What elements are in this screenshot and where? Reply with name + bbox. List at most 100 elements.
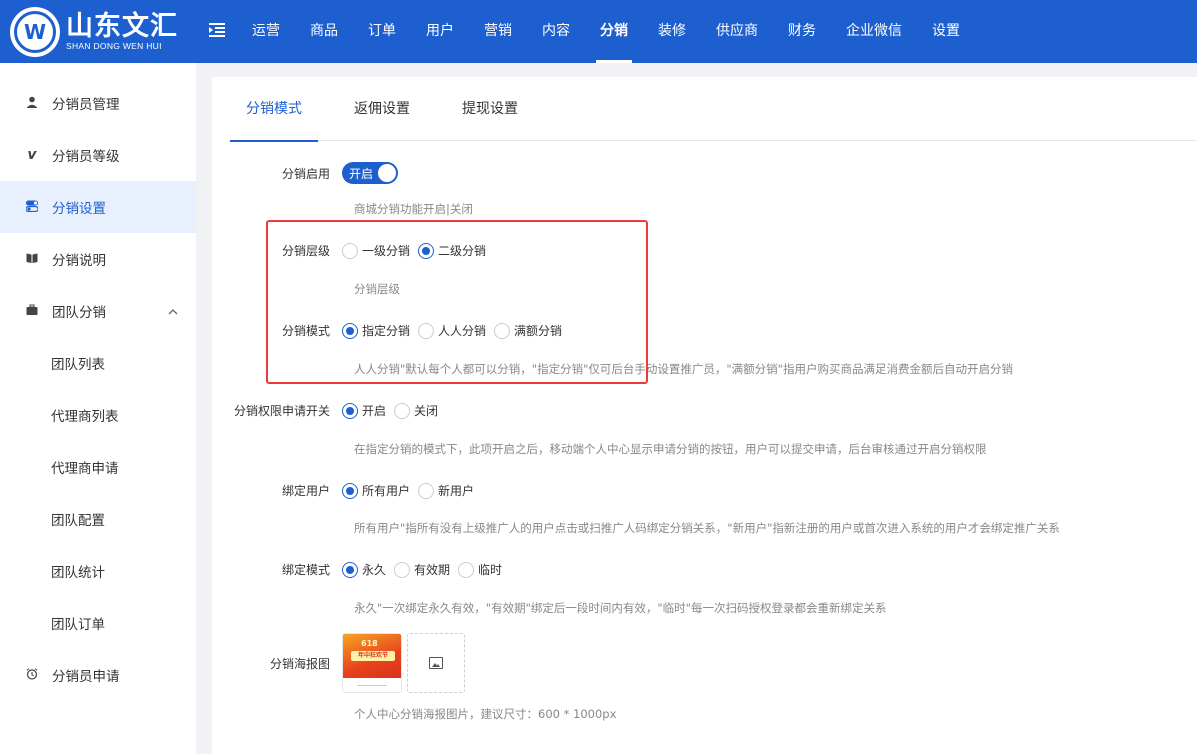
sidebar-subitem-team-list[interactable]: 团队列表 (0, 337, 196, 389)
image-icon (429, 657, 443, 669)
radio-circle (418, 242, 435, 259)
form-row-poster: 分销海报图 618 年中狂欢节 (212, 633, 465, 693)
sidebar-item-distributor-level[interactable]: v 分销员等级 (0, 129, 196, 181)
radio-circle (342, 242, 358, 259)
level-v-icon: v (27, 147, 37, 163)
nav-item-decoration[interactable]: 装修 (643, 0, 701, 63)
mode-radio-designated[interactable]: 指定分销 (342, 322, 410, 339)
user-icon (25, 96, 39, 111)
sidebar-item-label: 团队分销 (52, 305, 106, 321)
nav-item-operations[interactable]: 运营 (237, 0, 295, 63)
level-radio-level2[interactable]: 二级分销 (418, 242, 486, 259)
logo-name-en: SHAN DONG WEN HUI (66, 40, 162, 51)
menu-collapse-icon[interactable] (207, 22, 227, 41)
sidebar-item-distributor-manage[interactable]: 分销员管理 (0, 77, 196, 129)
radio-circle (342, 482, 358, 499)
nav-item-marketing[interactable]: 营销 (469, 0, 527, 63)
switch-knob (378, 164, 396, 182)
radio-label: 开启 (362, 404, 387, 418)
sidebar-subitem-team-stats[interactable]: 团队统计 (0, 545, 196, 597)
sidebar-subitem-team-orders[interactable]: 团队订单 (0, 597, 196, 649)
tab-withdraw-settings[interactable]: 提现设置 (446, 77, 534, 141)
poster-image: 618 年中狂欢节 (343, 634, 401, 678)
bind-user-help: 所有用户"指所有没有上级推广人的用户点击或扫推广人码绑定分销关系，"新用户"指新… (354, 521, 1060, 535)
sidebar-item-team-distribution[interactable]: 团队分销 (0, 285, 196, 337)
level-label: 分销层级 (281, 244, 330, 258)
nav-item-finance[interactable]: 财务 (773, 0, 831, 63)
bind-mode-label: 绑定模式 (281, 563, 330, 577)
apply-radio-off[interactable]: 关闭 (394, 402, 438, 419)
bind-mode-radio-temporary[interactable]: 临时 (458, 561, 502, 578)
enable-label: 分销启用 (281, 166, 330, 181)
radio-circle (342, 561, 358, 578)
bind-user-label: 绑定用户 (281, 484, 330, 498)
poster-thumbnail[interactable]: 618 年中狂欢节 (342, 633, 402, 693)
apply-label: 分销权限申请开关 (233, 404, 330, 418)
nav-item-settings[interactable]: 设置 (917, 0, 975, 63)
bind-user-radio-new[interactable]: 新用户 (418, 482, 474, 499)
radio-circle (494, 322, 511, 339)
poster-help: 个人中心分销海报图片，建议尺寸：600 * 1000px (354, 707, 617, 721)
mode-label: 分销模式 (281, 324, 330, 338)
poster-upload-button[interactable] (407, 633, 465, 693)
brand-logo[interactable]: W 山东文汇 SHAN DONG WEN HUI (0, 0, 200, 63)
form-row-bind-mode: 绑定模式 永久 有效期 临时 (212, 561, 510, 578)
sidebar-item-distribution-settings[interactable]: 分销设置 (0, 181, 196, 233)
enable-switch[interactable]: 开启 (342, 162, 398, 184)
logo-name-cn: 山东文汇 (66, 10, 178, 42)
apply-help: 在指定分销的模式下，此项开启之后，移动端个人中心显示申请分销的按钮，用户可以提交… (354, 442, 987, 456)
radio-circle (342, 322, 358, 339)
radio-label: 新用户 (438, 484, 475, 498)
sidebar-item-label: 分销员等级 (52, 149, 120, 165)
sidebar-subitem-agent-apply[interactable]: 代理商申请 (0, 441, 196, 493)
enable-help: 商城分销功能开启|关闭 (354, 202, 473, 216)
book-icon (25, 252, 39, 267)
radio-label: 永久 (362, 563, 387, 577)
nav-item-distribution[interactable]: 分销 (585, 0, 643, 63)
nav-item-orders[interactable]: 订单 (353, 0, 411, 63)
form-row-mode: 分销模式 指定分销 人人分销 满额分销 (212, 322, 570, 339)
apply-radio-on[interactable]: 开启 (342, 402, 386, 419)
nav-item-wecom[interactable]: 企业微信 (831, 0, 917, 63)
nav-item-content[interactable]: 内容 (527, 0, 585, 63)
mode-radio-everyone[interactable]: 人人分销 (418, 322, 486, 339)
enable-switch-text: 开启 (349, 166, 374, 181)
radio-label: 指定分销 (362, 324, 411, 338)
mode-help: 人人分销"默认每个人都可以分销，"指定分销"仅可后台手动设置推广员，"满额分销"… (354, 362, 1013, 376)
radio-circle (394, 561, 411, 578)
radio-label: 所有用户 (362, 484, 411, 498)
level-radio-level1[interactable]: 一级分销 (342, 242, 410, 259)
sidebar-subitem-team-config[interactable]: 团队配置 (0, 493, 196, 545)
sidebar-item-distributor-apply[interactable]: 分销员申请 (0, 649, 196, 701)
radio-circle (394, 402, 411, 419)
alarm-clock-icon (25, 667, 39, 683)
tab-distribution-mode[interactable]: 分销模式 (230, 77, 318, 142)
nav-item-users[interactable]: 用户 (411, 0, 469, 63)
sidebar-subitem-agent-list[interactable]: 代理商列表 (0, 389, 196, 441)
radio-circle (418, 482, 435, 499)
radio-label: 人人分销 (438, 324, 487, 338)
mode-radio-threshold[interactable]: 满额分销 (494, 322, 562, 339)
form-row-enable: 分销启用 开启 (212, 162, 398, 184)
bind-mode-radio-period[interactable]: 有效期 (394, 561, 450, 578)
sidebar-item-distribution-guide[interactable]: 分销说明 (0, 233, 196, 285)
nav-item-supplier[interactable]: 供应商 (701, 0, 773, 63)
radio-circle (458, 561, 475, 578)
poster-divider (357, 685, 387, 686)
nav-item-products[interactable]: 商品 (295, 0, 353, 63)
sidebar-item-label: 分销设置 (52, 201, 106, 217)
bind-user-radio-all[interactable]: 所有用户 (342, 482, 410, 499)
poster-banner: 年中狂欢节 (351, 651, 395, 661)
radio-label: 临时 (478, 563, 503, 577)
chevron-up-icon[interactable] (168, 305, 178, 318)
briefcase-icon (25, 304, 39, 319)
form-row-level: 分销层级 一级分销 二级分销 (212, 242, 494, 259)
tab-commission-settings[interactable]: 返佣设置 (338, 77, 426, 141)
logo-text: 山东文汇 SHAN DONG WEN HUI (66, 10, 178, 51)
poster-label: 分销海报图 (269, 656, 330, 671)
form-row-apply-switch: 分销权限申请开关 开启 关闭 (212, 402, 446, 419)
radio-label: 二级分销 (438, 244, 487, 258)
logo-letter: W (14, 10, 56, 53)
bind-mode-radio-permanent[interactable]: 永久 (342, 561, 386, 578)
main-nav: 运营 商品 订单 用户 营销 内容 分销 装修 供应商 财务 企业微信 设置 (237, 0, 975, 63)
